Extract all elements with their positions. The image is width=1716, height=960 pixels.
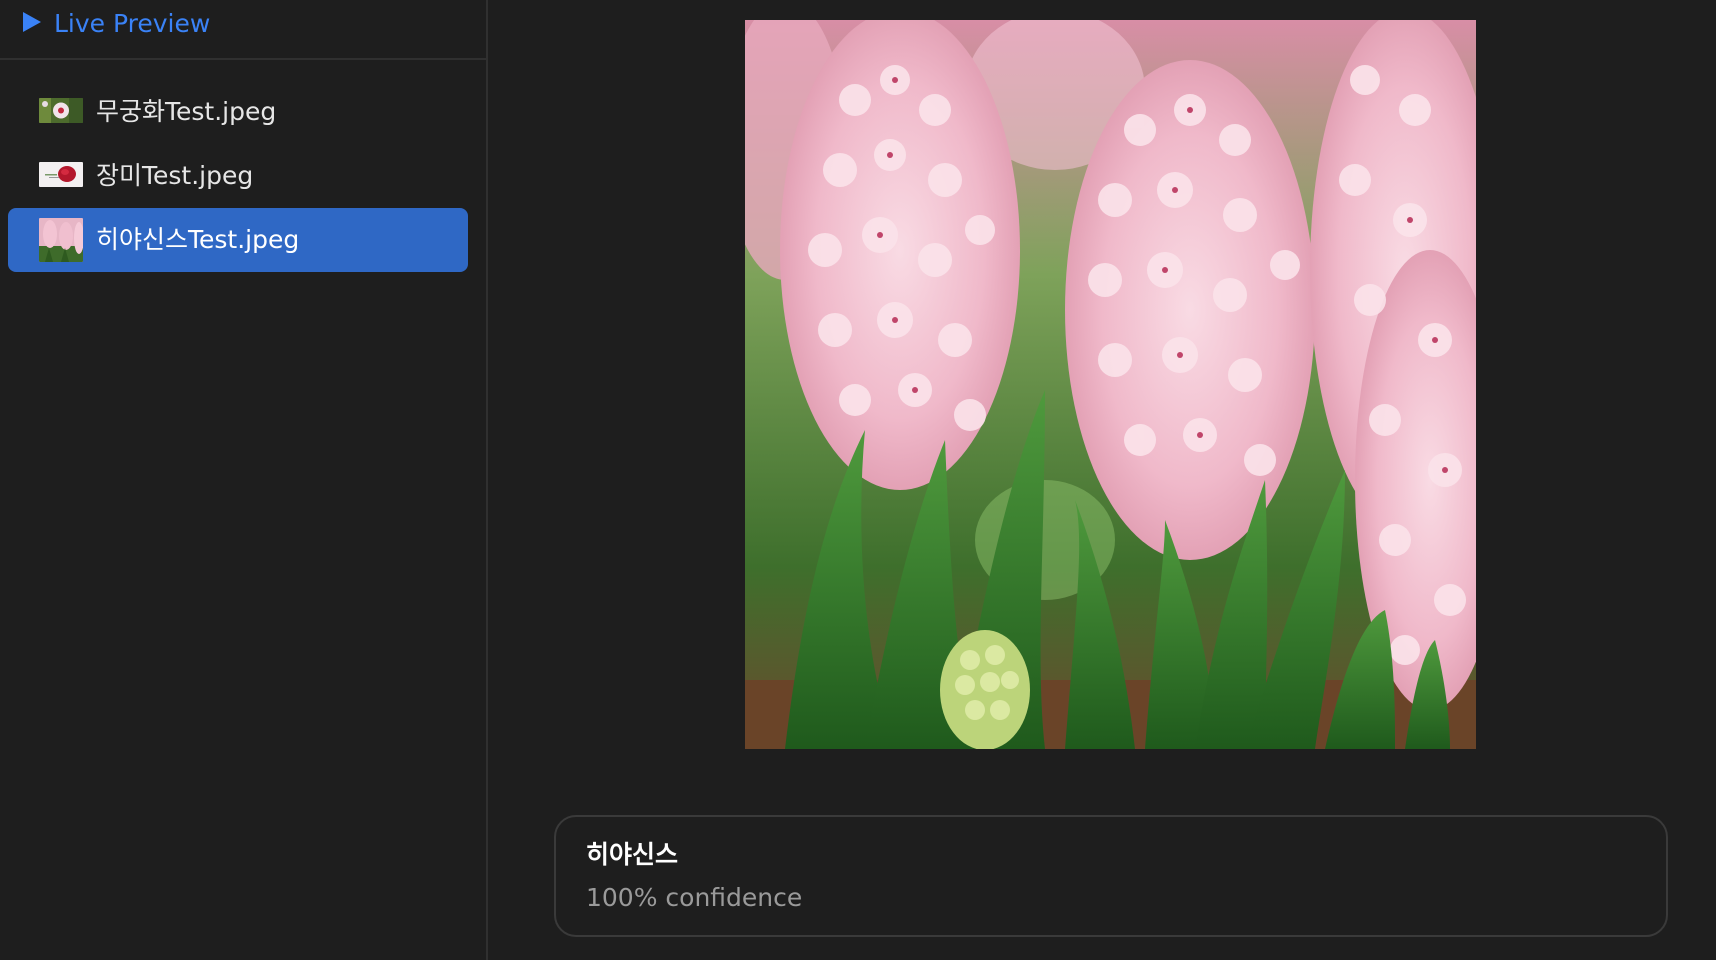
preview-image [725,0,1505,750]
sidebar: Live Preview 무궁화Test.jpeg 장미Test.jpeg 히야… [0,0,488,960]
file-item-label: 장미Test.jpeg [96,161,254,190]
main-panel: 히야신스 100% confidence [488,0,1716,960]
app-window: Live Preview 무궁화Test.jpeg 장미Test.jpeg 히야… [0,0,1716,960]
file-item-hyacinth[interactable]: 히야신스Test.jpeg [8,208,468,272]
result-card: 히야신스 100% confidence [554,815,1668,937]
play-icon[interactable] [22,11,42,33]
confidence-text: 100% confidence [586,883,803,912]
sidebar-header: Live Preview [0,0,486,60]
file-item-label: 무궁화Test.jpeg [96,97,277,126]
file-item-rose[interactable]: 장미Test.jpeg [8,144,468,208]
rose-thumbnail-icon [39,162,83,187]
live-preview-title[interactable]: Live Preview [54,8,210,40]
file-item-label: 히야신스Test.jpeg [96,225,300,254]
classification-label: 히야신스 [586,840,679,869]
hibiscus-thumbnail-icon [39,98,83,123]
hyacinth-thumbnail-icon [39,218,83,262]
file-item-hibiscus[interactable]: 무궁화Test.jpeg [8,80,468,144]
